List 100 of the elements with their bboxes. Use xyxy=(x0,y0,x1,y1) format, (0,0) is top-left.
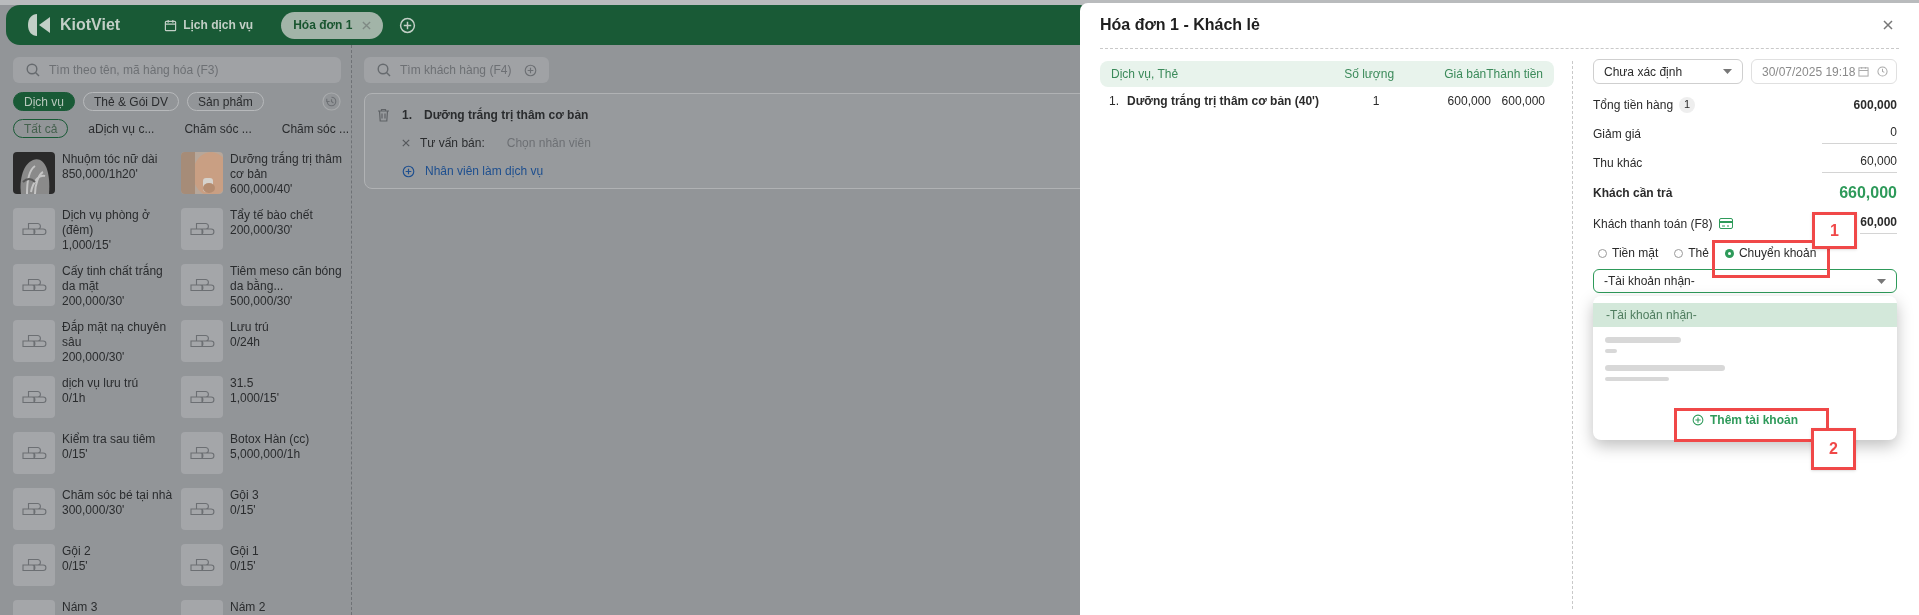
towel-stack-icon xyxy=(181,208,223,250)
subcategory-tab[interactable]: aDịch vụ c... xyxy=(78,119,165,138)
callout-number: 2 xyxy=(1811,428,1856,470)
towel-stack-icon xyxy=(13,320,55,362)
product-price: 300,000/30' xyxy=(62,503,126,518)
clock-icon[interactable] xyxy=(1877,66,1888,77)
product-price: 0/15' xyxy=(62,559,89,574)
product-name[interactable]: Botox Hàn (cc) xyxy=(230,432,342,447)
amount-field[interactable]: 60,000 xyxy=(1860,213,1897,234)
subcategory-tab[interactable]: Chăm sóc ... xyxy=(271,119,360,138)
product-name[interactable]: Gội 3 xyxy=(230,488,342,503)
add-account-button[interactable]: Thêm tài khoản xyxy=(1692,411,1798,429)
towel-stack-icon xyxy=(181,264,223,306)
towel-stack-icon xyxy=(181,488,223,530)
towel-stack-icon xyxy=(181,376,223,418)
product-price: 500,000/30' xyxy=(230,294,294,309)
product-price: 0/15' xyxy=(62,447,89,462)
dropdown-option[interactable]: -Tài khoản nhận- xyxy=(1593,303,1897,327)
radio-label[interactable]: Thẻ xyxy=(1688,244,1709,262)
towel-stack-icon xyxy=(13,208,55,250)
summary-label: Khách cần trả xyxy=(1593,185,1673,202)
column-header: Thành tiền xyxy=(1486,66,1543,83)
column-header: Giá bán xyxy=(1443,66,1487,83)
towel-stack-icon xyxy=(181,320,223,362)
product-name[interactable]: Dịch vụ phòng ở (đêm) xyxy=(62,208,174,238)
product-price: 0/1h xyxy=(62,391,87,406)
card-icon[interactable] xyxy=(1719,218,1734,229)
product-name[interactable]: Cấy tinh chất trắng da mặt xyxy=(62,264,174,294)
towel-stack-icon xyxy=(13,376,55,418)
logo-text: KiotViet xyxy=(60,15,121,35)
towel-stack-icon xyxy=(13,264,55,306)
history-icon[interactable] xyxy=(322,92,341,111)
product-price: 1,000/15' xyxy=(230,391,280,406)
subcategory-tab[interactable]: Chăm sóc ... xyxy=(174,119,262,138)
account-select[interactable]: -Tài khoản nhận- xyxy=(1593,269,1897,293)
table-cell-text: Dưỡng trắng trị thâm cơ bản (40') xyxy=(1127,92,1320,110)
product-name[interactable]: Kiểm tra sau tiêm xyxy=(62,432,174,447)
summary-label: Tổng tiền hàng xyxy=(1593,96,1674,114)
product-price: 0/15' xyxy=(230,559,257,574)
table-cell-text: 1. xyxy=(1109,93,1120,110)
product-name[interactable]: Tẩy tế bào chết xyxy=(230,208,342,223)
status-select[interactable]: Chưa xác định xyxy=(1593,59,1743,84)
product-name[interactable]: Dưỡng trắng trị thâm cơ bản xyxy=(230,152,342,182)
category-pill[interactable]: Dịch vụ xyxy=(13,92,75,111)
radio-label[interactable]: Tiền mặt xyxy=(1612,244,1659,262)
tab[interactable]: Lịch dịch vụ xyxy=(152,11,266,39)
table-cell-text: 1 xyxy=(1371,93,1381,110)
datetime-field[interactable]: 30/07/2025 19:18 xyxy=(1751,59,1897,84)
product-name[interactable]: Lưu trú xyxy=(230,320,342,335)
calendar-icon[interactable] xyxy=(1858,66,1869,77)
table-cell-text: 600,000 xyxy=(1500,93,1545,110)
amount-field[interactable]: 0 xyxy=(1822,123,1897,144)
summary-label: Khách thanh toán (F8) xyxy=(1593,215,1713,233)
item-index: 1. xyxy=(402,107,412,124)
product-price: 600,000/40' xyxy=(230,182,294,197)
product-price: 200,000/30' xyxy=(230,223,294,238)
add-tab-icon xyxy=(399,16,417,34)
column-header: Dịch vụ, Thẻ xyxy=(1111,66,1180,83)
radio-button[interactable] xyxy=(1724,248,1734,258)
trash-icon[interactable] xyxy=(377,108,390,122)
column-header: Số lượng xyxy=(1343,66,1396,83)
product-name[interactable]: 31.5 xyxy=(230,376,342,391)
product-price: 850,000/1h20' xyxy=(62,167,139,182)
consultant-label: Tư vấn bán: xyxy=(420,135,485,152)
towel-stack-icon xyxy=(13,544,55,586)
search-icon xyxy=(25,62,41,78)
add-icon xyxy=(1692,414,1704,426)
search-icon xyxy=(376,62,392,78)
table-cell-text: 600,000 xyxy=(1446,93,1491,110)
caret-icon xyxy=(1877,278,1886,284)
close-icon[interactable] xyxy=(1883,20,1893,30)
product-price: 0/24h xyxy=(230,335,262,350)
summary-label: Giảm giá xyxy=(1593,125,1642,143)
amount-field[interactable]: 60,000 xyxy=(1822,152,1897,173)
product-price: 0/15' xyxy=(230,503,257,518)
product-name[interactable]: Chăm sóc bé tại nhà xyxy=(62,488,174,503)
towel-stack-icon xyxy=(13,488,55,530)
calendar-icon xyxy=(164,18,178,32)
product-price: 5,000,000/1h xyxy=(230,447,302,462)
add-staff-icon xyxy=(402,164,415,178)
remove-icon[interactable] xyxy=(402,139,410,147)
product-name[interactable]: Gội 2 xyxy=(62,544,174,559)
caret-icon xyxy=(1723,69,1732,74)
amount-due: 660,000 xyxy=(1839,183,1897,203)
tab[interactable]: Hóa đơn 1 xyxy=(281,11,384,39)
product-name[interactable]: Tiêm meso căn bóng da bằng... xyxy=(230,264,342,294)
close-tab-icon[interactable] xyxy=(362,20,372,30)
add-customer-icon xyxy=(524,63,537,77)
item-name: Dưỡng trắng trị thâm cơ bản xyxy=(424,106,589,124)
add-staff-link[interactable]: Nhân viên làm dịch vụ xyxy=(425,162,544,180)
product-name[interactable]: Nám 2 xyxy=(230,600,342,615)
product-price: 200,000/30' xyxy=(62,294,126,309)
callout-number: 1 xyxy=(1812,212,1857,249)
product-name[interactable]: Gội 1 xyxy=(230,544,342,559)
product-name[interactable]: Nhuộm tóc nữ dài xyxy=(62,152,174,167)
product-price: 1,000/15' xyxy=(62,238,112,253)
modal-title: Hóa đơn 1 - Khách lẻ xyxy=(1100,15,1260,35)
product-name[interactable]: dịch vụ lưu trú xyxy=(62,376,174,391)
product-name[interactable]: Nám 3 xyxy=(62,600,174,615)
product-name[interactable]: Đắp mặt nạ chuyên sâu xyxy=(62,320,174,350)
